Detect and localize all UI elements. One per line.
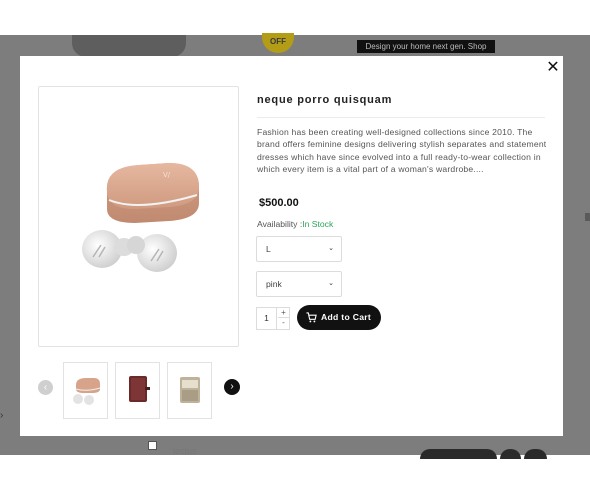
wallet-brown-thumbnail-image <box>129 376 150 402</box>
background-footer <box>0 455 590 490</box>
background-list-text: lectus <box>173 446 197 456</box>
thumbnail-wallet-beige[interactable] <box>167 362 212 419</box>
quantity-input[interactable]: 1 <box>257 308 277 329</box>
gallery-prev-button[interactable]: ‹ <box>38 380 53 395</box>
color-select[interactable]: pink ⌄ <box>256 271 342 297</box>
cart-icon <box>306 312 317 323</box>
earbuds-thumbnail-image <box>73 378 101 405</box>
earbuds-image: V/ <box>82 163 199 272</box>
product-price: $500.00 <box>259 197 299 209</box>
background-button <box>420 449 497 459</box>
background-banner: Design your home next gen. Shop <box>357 40 495 53</box>
availability: Availability :In Stock <box>257 219 333 229</box>
background-search-bar <box>72 35 186 57</box>
background-chevron-right-icon: › <box>0 410 4 421</box>
add-to-cart-label: Add to Cart <box>321 312 372 322</box>
thumbnail-wallet-brown[interactable] <box>115 362 160 419</box>
background-round-button <box>524 449 547 459</box>
size-select-value: L <box>266 244 271 254</box>
title-divider <box>257 117 545 118</box>
quantity-stepper: 1 + - <box>256 307 290 330</box>
quantity-increase-button[interactable]: + <box>278 308 289 318</box>
main-product-image: V/ <box>38 86 239 347</box>
add-to-cart-button[interactable]: Add to Cart <box>297 305 381 330</box>
product-description: Fashion has been creating well-designed … <box>257 127 547 175</box>
close-button[interactable]: ✕ <box>546 59 560 75</box>
stock-status: In Stock <box>302 219 334 229</box>
svg-text:V/: V/ <box>163 171 171 179</box>
color-select-value: pink <box>266 279 282 289</box>
product-title: neque porro quisquam <box>257 94 393 106</box>
chevron-down-icon: ⌄ <box>328 280 334 287</box>
background-header <box>0 0 590 35</box>
size-select[interactable]: L ⌄ <box>256 236 342 262</box>
wallet-beige-thumbnail-image <box>180 377 200 403</box>
gallery-next-button[interactable]: › <box>224 379 240 395</box>
chevron-down-icon: ⌄ <box>328 245 334 252</box>
background-checkbox <box>148 441 157 450</box>
background-edge-marker <box>585 213 590 221</box>
availability-label: Availability : <box>257 219 303 229</box>
quantity-decrease-button[interactable]: - <box>278 318 289 328</box>
thumbnail-earbuds[interactable] <box>63 362 108 419</box>
